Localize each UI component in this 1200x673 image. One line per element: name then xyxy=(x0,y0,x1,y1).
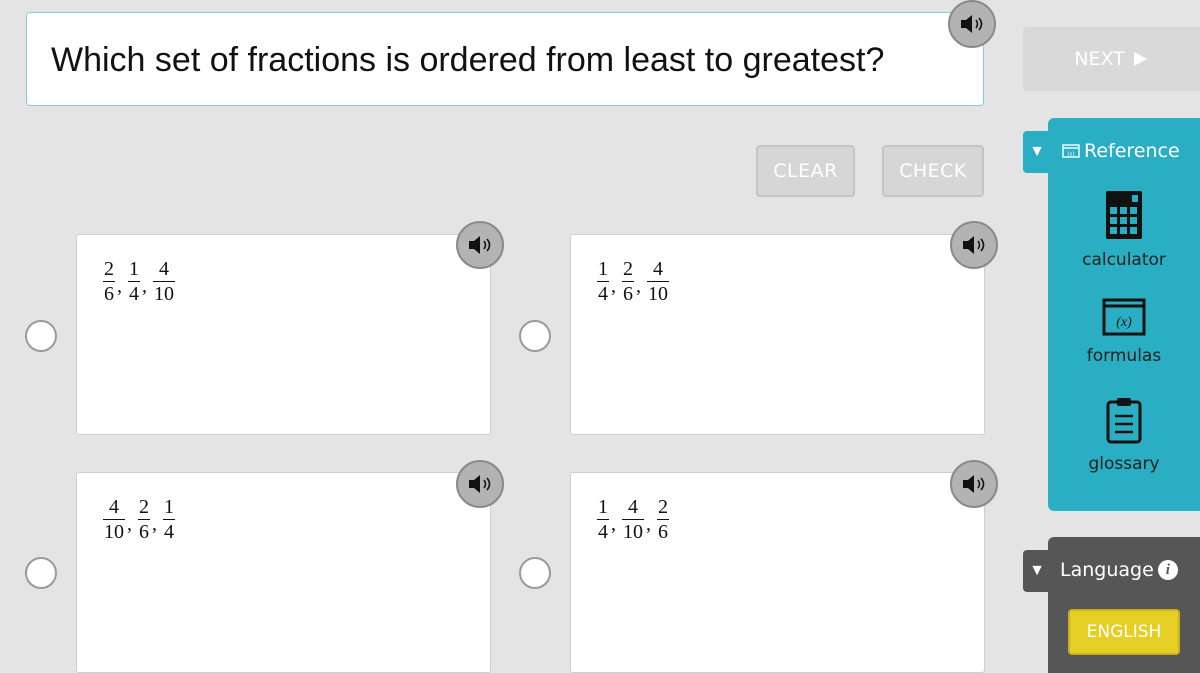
svg-text:(x): (x) xyxy=(1116,315,1132,330)
answer-b-radio[interactable] xyxy=(519,320,551,352)
fraction: 4 10 xyxy=(153,258,175,305)
calculator-label: calculator xyxy=(1082,250,1166,270)
fraction: 14 xyxy=(128,258,140,305)
next-label: NEXT xyxy=(1074,48,1125,70)
fraction: 14 xyxy=(597,258,609,305)
fraction: 4 10 xyxy=(103,496,125,543)
fraction: 26 xyxy=(103,258,115,305)
reference-toggle[interactable]: ▼ xyxy=(1023,131,1051,173)
formulas-tool[interactable]: (x) formulas xyxy=(1048,298,1200,366)
calculator-icon xyxy=(1106,191,1142,239)
answer-c-radio[interactable] xyxy=(25,557,57,589)
fraction-list: 14, 26, 4 10 xyxy=(597,258,669,305)
formulas-icon: (x) xyxy=(1102,298,1146,336)
answer-c-audio-button[interactable] xyxy=(456,460,504,508)
formulas-label: formulas xyxy=(1086,346,1162,366)
formulas-small-icon: (x) xyxy=(1062,144,1080,158)
clear-button[interactable]: CLEAR xyxy=(756,145,855,197)
answer-b-card[interactable]: 14, 26, 4 10 xyxy=(570,234,985,435)
language-title: Language xyxy=(1060,559,1154,581)
svg-text:(x): (x) xyxy=(1068,151,1075,158)
fraction: 4 10 xyxy=(622,496,644,543)
clipboard-icon xyxy=(1106,398,1142,444)
language-toggle[interactable]: ▼ xyxy=(1023,550,1051,592)
speaker-icon xyxy=(963,475,985,493)
question-box: Which set of fractions is ordered from l… xyxy=(26,12,984,106)
fraction: 14 xyxy=(163,496,175,543)
triangle-down-icon: ▼ xyxy=(1029,143,1045,160)
answer-d-radio[interactable] xyxy=(519,557,551,589)
speaker-icon xyxy=(469,236,491,254)
fraction: 26 xyxy=(657,496,669,543)
fraction: 4 10 xyxy=(647,258,669,305)
glossary-label: glossary xyxy=(1088,454,1160,474)
glossary-tool[interactable]: glossary xyxy=(1048,396,1200,474)
question-text: Which set of fractions is ordered from l… xyxy=(51,41,885,79)
language-header[interactable]: Language i xyxy=(1060,559,1178,581)
english-label: ENGLISH xyxy=(1086,622,1162,642)
calculator-tool[interactable]: calculator xyxy=(1048,190,1200,270)
fraction: 26 xyxy=(622,258,634,305)
answer-a-radio[interactable] xyxy=(25,320,57,352)
speaker-icon xyxy=(961,15,983,33)
answer-a-audio-button[interactable] xyxy=(456,221,504,269)
triangle-down-icon: ▼ xyxy=(1029,562,1045,579)
check-button[interactable]: CHECK xyxy=(882,145,984,197)
info-icon[interactable]: i xyxy=(1157,560,1178,580)
reference-title: Reference xyxy=(1084,140,1180,162)
play-arrow-icon xyxy=(1133,52,1147,66)
fraction-list: 4 10, 26, 14 xyxy=(103,496,175,543)
question-audio-button[interactable] xyxy=(948,0,996,48)
answer-d-audio-button[interactable] xyxy=(950,460,998,508)
fraction-list: 26, 14, 4 10 xyxy=(103,258,175,305)
answer-b-audio-button[interactable] xyxy=(950,221,998,269)
clear-label: CLEAR xyxy=(773,160,838,182)
answer-a-card[interactable]: 26, 14, 4 10 xyxy=(76,234,491,435)
reference-header[interactable]: (x) Reference xyxy=(1062,140,1180,162)
speaker-icon xyxy=(469,475,491,493)
answer-c-card[interactable]: 4 10, 26, 14 xyxy=(76,472,491,673)
fraction: 14 xyxy=(597,496,609,543)
answer-d-card[interactable]: 14, 4 10, 26 xyxy=(570,472,985,673)
speaker-icon xyxy=(963,236,985,254)
next-button[interactable]: NEXT xyxy=(1023,27,1200,91)
language-panel: Language i ENGLISH xyxy=(1048,537,1200,673)
reference-panel: (x) Reference calculator (x) formulas gl… xyxy=(1048,118,1200,511)
fraction-list: 14, 4 10, 26 xyxy=(597,496,669,543)
english-button[interactable]: ENGLISH xyxy=(1068,609,1180,655)
fraction: 26 xyxy=(138,496,150,543)
check-label: CHECK xyxy=(899,160,967,182)
